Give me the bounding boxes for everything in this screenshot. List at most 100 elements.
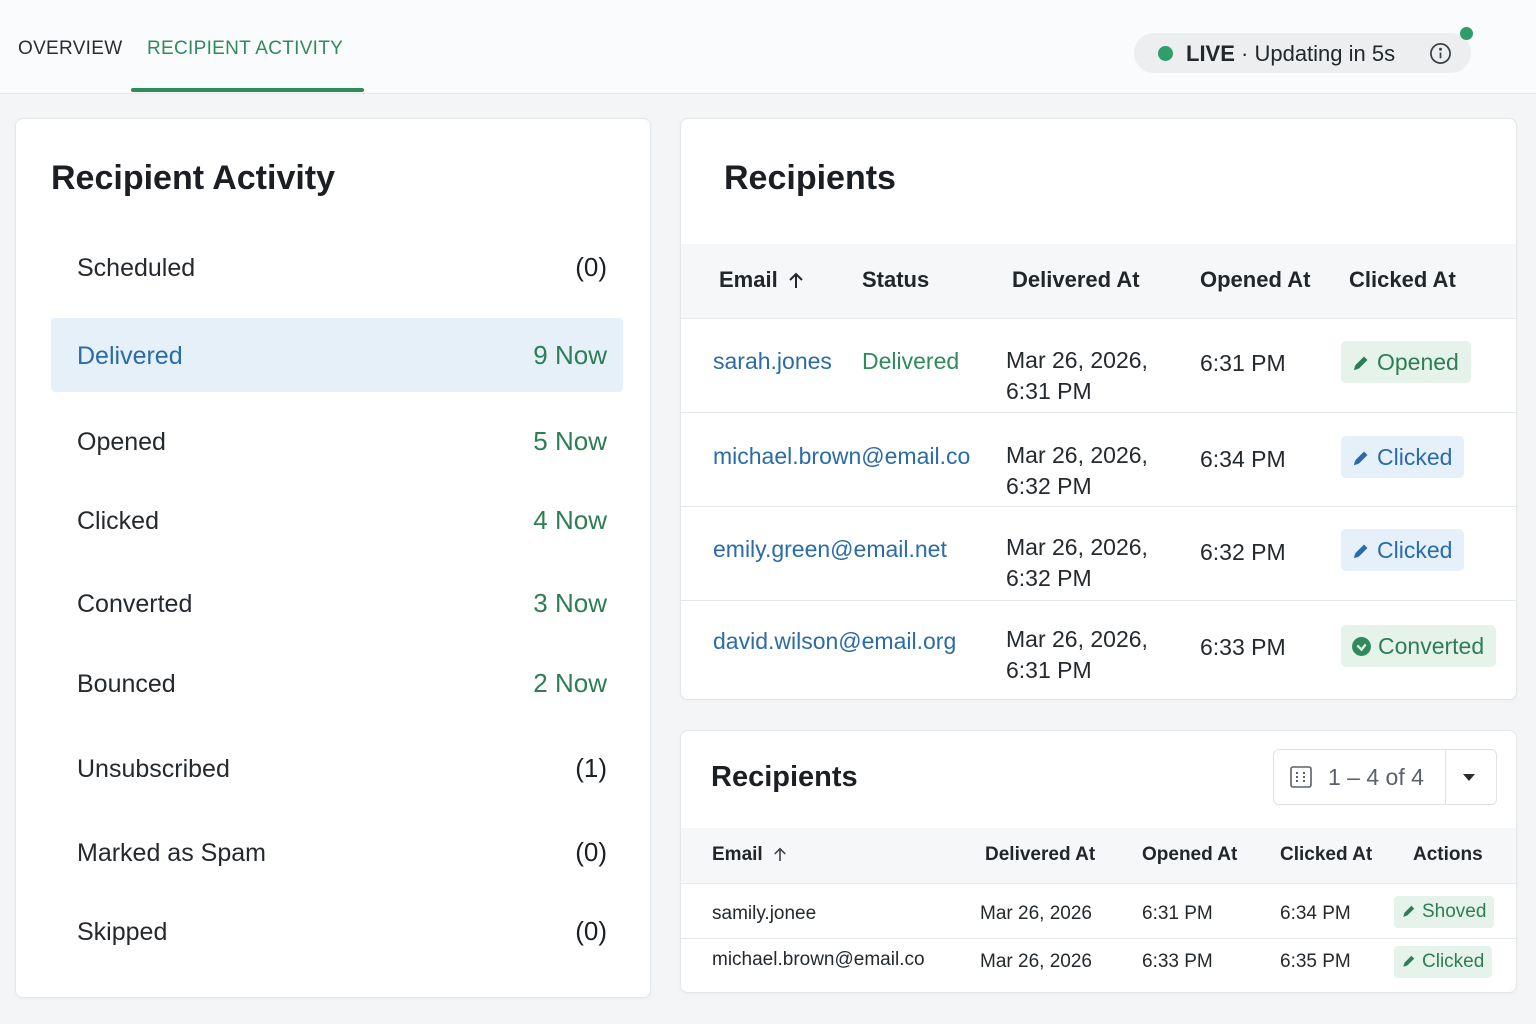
clicked-at-badge[interactable]: Clicked: [1341, 436, 1465, 478]
activity-row-marked-as-spam[interactable]: Marked as Spam (0): [51, 815, 623, 889]
column-header-actions: Actions: [1413, 844, 1483, 865]
tab-overview[interactable]: OVERVIEW: [18, 38, 122, 60]
chevron-down-icon[interactable]: [1462, 772, 1476, 782]
activity-label: Delivered: [77, 342, 183, 370]
activity-count: (1): [575, 753, 607, 783]
activity-count: (0): [575, 916, 607, 946]
opened-at-value: 6:31 PM: [1142, 903, 1213, 924]
pagination-text: 1 – 4 of 4: [1328, 764, 1424, 790]
action-label: Shoved: [1422, 901, 1487, 922]
delivered-at-date: Mar 26, 2026,: [1006, 442, 1148, 468]
recipients-card-title: Recipients: [724, 159, 896, 197]
activity-row-unsubscribed[interactable]: Unsubscribed (1): [51, 731, 623, 805]
table-row[interactable]: sarah.jones Delivered Mar 26, 2026, 6:31…: [681, 319, 1516, 413]
live-update-status: · Updating in 5s: [1234, 41, 1396, 66]
activity-row-converted[interactable]: Converted 3 Now: [51, 566, 623, 640]
sort-ascending-icon[interactable]: [773, 846, 787, 862]
pencil-icon: [1354, 544, 1368, 558]
opened-at-value: 6:31 PM: [1200, 350, 1286, 376]
delivered-at-date: Mar 26, 2026,: [1006, 534, 1148, 560]
badge-label: Clicked: [1377, 444, 1453, 470]
recipients-table-card: Recipients Email Status Delivered At Ope…: [680, 118, 1517, 700]
activity-row-opened[interactable]: Opened 5 Now: [51, 404, 623, 478]
pencil-icon: [1354, 451, 1368, 465]
recipient-email-link[interactable]: michael.brown@email.co: [713, 441, 970, 472]
recipients-secondary-title: Recipients: [711, 761, 858, 793]
activity-label: Unsubscribed: [77, 755, 230, 783]
activity-label: Bounced: [77, 670, 176, 698]
grid-icon: [1290, 766, 1312, 788]
activity-count: 5 Now: [533, 426, 607, 456]
column-header-clicked-at[interactable]: Clicked At: [1280, 844, 1372, 866]
activity-label: Skipped: [77, 918, 168, 946]
table-row[interactable]: emily.green@email.net Mar 26, 2026, 6:32…: [681, 507, 1516, 601]
activity-count: 4 Now: [533, 505, 607, 535]
pagination-divider: [1445, 750, 1446, 804]
clicked-at-value: 6:34 PM: [1280, 903, 1351, 924]
pagination-control[interactable]: 1 – 4 of 4: [1273, 749, 1497, 805]
badge-label: Converted: [1378, 633, 1485, 659]
clicked-at-badge[interactable]: Clicked: [1341, 529, 1465, 571]
recipient-email-link[interactable]: sarah.jones: [713, 346, 832, 377]
table-row[interactable]: david.wilson@email.org Mar 26, 2026, 6:3…: [681, 601, 1516, 695]
delivered-at-date: Mar 26, 2026,: [1006, 347, 1148, 373]
recipient-email-link[interactable]: david.wilson@email.org: [713, 626, 956, 657]
opened-at-value: 6:33 PM: [1200, 634, 1286, 660]
badge-label: Clicked: [1377, 537, 1453, 563]
activity-row-clicked[interactable]: Clicked 4 Now: [51, 483, 623, 557]
recipient-email-link[interactable]: michael.brown@email.co: [712, 949, 925, 971]
tab-recipient-activity[interactable]: RECIPIENT ACTIVITY: [147, 38, 343, 60]
table-header: Email Status Delivered At Opened At Clic…: [681, 244, 1516, 319]
clicked-at-badge[interactable]: Converted: [1341, 625, 1497, 667]
live-status-text: LIVE · Updating in 5s: [1186, 41, 1395, 67]
info-icon[interactable]: [1429, 42, 1452, 65]
activity-label: Marked as Spam: [77, 839, 266, 867]
pencil-icon: [1354, 356, 1368, 370]
top-nav-bar: OVERVIEW RECIPIENT ACTIVITY LIVE · Updat…: [0, 0, 1536, 94]
action-button[interactable]: Shoved: [1394, 896, 1495, 928]
activity-count: 3 Now: [533, 588, 607, 618]
activity-label: Converted: [77, 590, 193, 618]
recipient-email-link[interactable]: samily.jonee: [712, 903, 816, 925]
recipients-secondary-card: Recipients 1 – 4 of 4 Email Delivered At…: [680, 730, 1517, 993]
pencil-icon: [1403, 955, 1415, 967]
activity-row-bounced[interactable]: Bounced 2 Now: [51, 646, 623, 720]
activity-count: 2 Now: [533, 668, 607, 698]
opened-at-value: 6:33 PM: [1142, 951, 1213, 972]
activity-row-skipped[interactable]: Skipped (0): [51, 894, 623, 968]
clicked-at-badge[interactable]: Opened: [1341, 341, 1471, 383]
sort-ascending-icon[interactable]: [788, 271, 804, 289]
live-status-pill: LIVE · Updating in 5s: [1134, 33, 1471, 73]
column-header-delivered-at[interactable]: Delivered At: [985, 844, 1095, 866]
column-header-email[interactable]: Email: [712, 844, 787, 866]
activity-label: Scheduled: [77, 254, 196, 282]
delivered-at-value: Mar 26, 2026: [980, 903, 1092, 924]
delivered-at-value: Mar 26, 2026: [980, 951, 1092, 972]
table-row[interactable]: michael.brown@email.co Mar 26, 2026, 6:3…: [681, 413, 1516, 507]
recipient-email-link[interactable]: emily.green@email.net: [713, 534, 947, 565]
column-header-delivered-at[interactable]: Delivered At: [1012, 267, 1140, 293]
activity-count: (0): [575, 837, 607, 867]
action-label: Clicked: [1422, 951, 1485, 972]
activity-row-scheduled[interactable]: Scheduled (0): [51, 230, 623, 304]
activity-row-delivered[interactable]: Delivered 9 Now: [51, 318, 623, 392]
column-header-email[interactable]: Email: [719, 267, 804, 293]
table-row[interactable]: samily.jonee Mar 26, 2026 6:31 PM 6:34 P…: [681, 891, 1516, 939]
check-circle-icon: [1352, 637, 1371, 656]
action-button[interactable]: Clicked: [1394, 946, 1493, 978]
activity-label: Opened: [77, 428, 166, 456]
column-header-status[interactable]: Status: [862, 267, 929, 293]
delivered-at-time: 6:32 PM: [1006, 565, 1092, 591]
live-label: LIVE: [1186, 41, 1235, 66]
column-header-opened-at[interactable]: Opened At: [1142, 844, 1237, 866]
activity-count: (0): [575, 252, 607, 282]
notification-dot: [1460, 27, 1473, 40]
badge-label: Opened: [1377, 349, 1459, 375]
opened-at-value: 6:32 PM: [1200, 539, 1286, 565]
clicked-at-value: 6:35 PM: [1280, 951, 1351, 972]
opened-at-value: 6:34 PM: [1200, 446, 1286, 472]
column-header-clicked-at[interactable]: Clicked At: [1349, 267, 1456, 293]
delivered-at-time: 6:31 PM: [1006, 378, 1092, 404]
table-row[interactable]: michael.brown@email.co Mar 26, 2026 6:33…: [681, 939, 1516, 987]
column-header-opened-at[interactable]: Opened At: [1200, 267, 1310, 293]
